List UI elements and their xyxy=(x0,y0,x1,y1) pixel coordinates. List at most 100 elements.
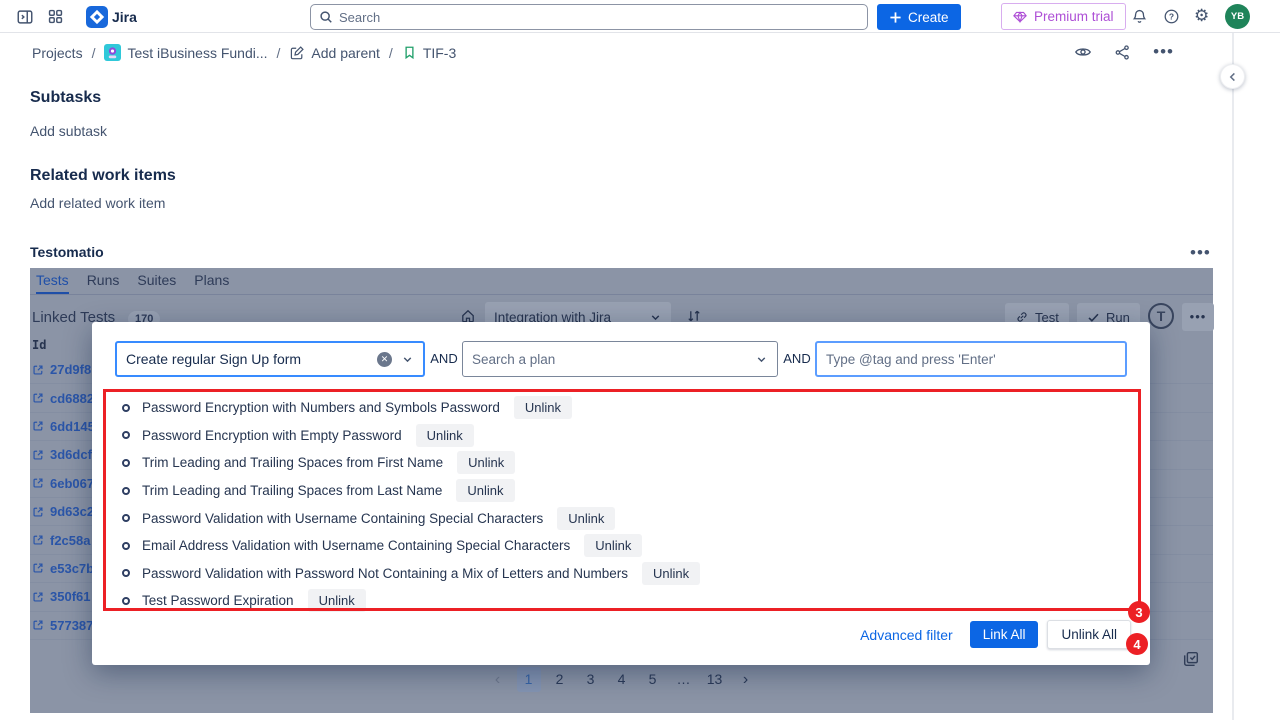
breadcrumb: Projects / Test iBusiness Fundi... / Add… xyxy=(32,44,456,61)
tab-plans[interactable]: Plans xyxy=(194,268,229,294)
annotation-step-3-badge: 3 xyxy=(1128,601,1150,623)
pagination-page-2[interactable]: 2 xyxy=(548,667,572,692)
tab-runs[interactable]: Runs xyxy=(87,268,120,294)
add-related-work-link[interactable]: Add related work item xyxy=(30,195,165,211)
testomatio-more-icon[interactable]: ••• xyxy=(1190,243,1211,263)
unlink-button[interactable]: Unlink xyxy=(642,562,700,585)
external-link-icon xyxy=(32,449,44,461)
list-item: Email Address Validation with Username C… xyxy=(92,532,1150,560)
testomatio-tabs: Tests Runs Suites Plans xyxy=(30,268,1213,295)
bullet-icon xyxy=(122,404,130,412)
pagination-page-5[interactable]: 5 xyxy=(641,667,665,692)
unlink-button[interactable]: Unlink xyxy=(457,451,515,474)
diamond-icon xyxy=(1013,10,1027,24)
unlink-button[interactable]: Unlink xyxy=(514,396,572,419)
breadcrumb-projects[interactable]: Projects xyxy=(32,45,83,61)
list-item: Password Encryption with Numbers and Sym… xyxy=(92,394,1150,422)
advanced-filter-link[interactable]: Advanced filter xyxy=(860,627,953,643)
unlink-all-button[interactable]: Unlink All xyxy=(1047,620,1131,649)
add-parent-button[interactable]: Add parent xyxy=(289,45,380,61)
sidebar-toggle-icon[interactable] xyxy=(16,8,34,26)
watch-eye-icon[interactable] xyxy=(1074,43,1092,61)
external-link-icon xyxy=(32,420,44,432)
link-tests-modal: Create regular Sign Up form ✕ AND AND Pa… xyxy=(92,322,1150,665)
app-title: Jira xyxy=(112,9,137,25)
list-item: Password Validation with Username Contai… xyxy=(92,504,1150,532)
jira-logo-icon[interactable] xyxy=(86,6,108,28)
bulk-select-icon[interactable] xyxy=(1182,650,1200,668)
filtered-tests-list: Password Encryption with Numbers and Sym… xyxy=(92,394,1150,615)
global-search[interactable] xyxy=(310,4,868,30)
unlink-button[interactable]: Unlink xyxy=(456,479,514,502)
external-link-icon xyxy=(32,364,44,376)
collapse-panel-button[interactable] xyxy=(1220,64,1245,89)
testomatio-logo-icon[interactable]: T xyxy=(1148,303,1174,329)
chevron-down-icon xyxy=(401,353,414,366)
and-operator-label: AND xyxy=(427,341,461,377)
panel-more-button[interactable]: ••• xyxy=(1182,303,1214,331)
premium-trial-button[interactable]: Premium trial xyxy=(1001,3,1126,30)
app-switcher-icon[interactable] xyxy=(47,8,64,25)
list-item: Test Password ExpirationUnlink xyxy=(92,587,1150,615)
unlink-button[interactable]: Unlink xyxy=(308,589,366,612)
bullet-icon xyxy=(122,569,130,577)
pagination-page-13[interactable]: 13 xyxy=(703,667,727,692)
unlink-button[interactable]: Unlink xyxy=(416,424,474,447)
issue-actions: ••• xyxy=(1074,43,1174,61)
tag-filter-field[interactable] xyxy=(815,341,1127,377)
external-link-icon xyxy=(32,562,44,574)
tag-input[interactable] xyxy=(826,352,1116,367)
pagination-page-4[interactable]: 4 xyxy=(610,667,634,692)
external-link-icon xyxy=(32,591,44,603)
pagination-page-1[interactable]: 1 xyxy=(517,667,541,692)
tab-suites[interactable]: Suites xyxy=(137,268,176,294)
modal-footer: Advanced filter Link All Unlink All xyxy=(860,620,1131,649)
help-icon[interactable]: ? xyxy=(1163,8,1180,25)
tab-tests[interactable]: Tests xyxy=(36,268,69,294)
create-button[interactable]: Create xyxy=(877,4,961,30)
list-item: Trim Leading and Trailing Spaces from Fi… xyxy=(92,449,1150,477)
and-operator-label: AND xyxy=(780,341,814,377)
user-avatar[interactable]: YB xyxy=(1225,4,1250,29)
test-filter-select[interactable]: Create regular Sign Up form ✕ xyxy=(115,341,425,377)
add-subtask-link[interactable]: Add subtask xyxy=(30,123,107,139)
unlink-button[interactable]: Unlink xyxy=(557,507,615,530)
external-link-icon xyxy=(32,392,44,404)
search-input[interactable] xyxy=(339,10,859,25)
share-icon[interactable] xyxy=(1114,44,1131,61)
search-icon xyxy=(319,10,333,24)
chevron-left-icon xyxy=(1227,71,1239,83)
pagination-next[interactable]: › xyxy=(734,667,758,692)
unlink-button[interactable]: Unlink xyxy=(584,534,642,557)
breadcrumb-row: Projects / Test iBusiness Fundi... / Add… xyxy=(0,33,1232,72)
plan-search-input[interactable] xyxy=(472,352,755,367)
add-parent-label: Add parent xyxy=(311,45,380,61)
id-column-header: Id xyxy=(32,338,46,352)
list-item: Trim Leading and Trailing Spaces from La… xyxy=(92,477,1150,505)
plan-filter-select[interactable] xyxy=(462,341,778,377)
more-actions-icon[interactable]: ••• xyxy=(1153,45,1174,59)
breadcrumb-project-name: Test iBusiness Fundi... xyxy=(127,45,267,61)
pagination-ellipsis: … xyxy=(672,667,696,692)
bullet-icon xyxy=(122,487,130,495)
issue-key-label: TIF-3 xyxy=(423,45,456,61)
pagination-prev[interactable]: ‹ xyxy=(486,667,510,692)
bookmark-icon xyxy=(402,45,417,60)
breadcrumb-project[interactable]: Test iBusiness Fundi... xyxy=(104,44,267,61)
notifications-bell-icon[interactable] xyxy=(1131,8,1148,25)
external-link-icon xyxy=(32,534,44,546)
right-panel-divider xyxy=(1232,33,1234,720)
clear-filter-icon[interactable]: ✕ xyxy=(377,352,392,367)
bullet-icon xyxy=(122,542,130,550)
external-link-icon xyxy=(32,477,44,489)
pagination-page-3[interactable]: 3 xyxy=(579,667,603,692)
pagination: ‹ 1 2 3 4 5 … 13 › xyxy=(30,667,1213,692)
breadcrumb-issue-key[interactable]: TIF-3 xyxy=(402,45,456,61)
link-all-button[interactable]: Link All xyxy=(970,621,1039,648)
plus-icon xyxy=(889,11,902,24)
settings-gear-icon[interactable]: ⚙ xyxy=(1194,6,1209,26)
chevron-down-icon xyxy=(755,353,768,366)
testomatio-heading: Testomatio xyxy=(30,244,104,260)
project-avatar-icon xyxy=(104,44,121,61)
annotation-step-4-badge: 4 xyxy=(1126,633,1148,655)
